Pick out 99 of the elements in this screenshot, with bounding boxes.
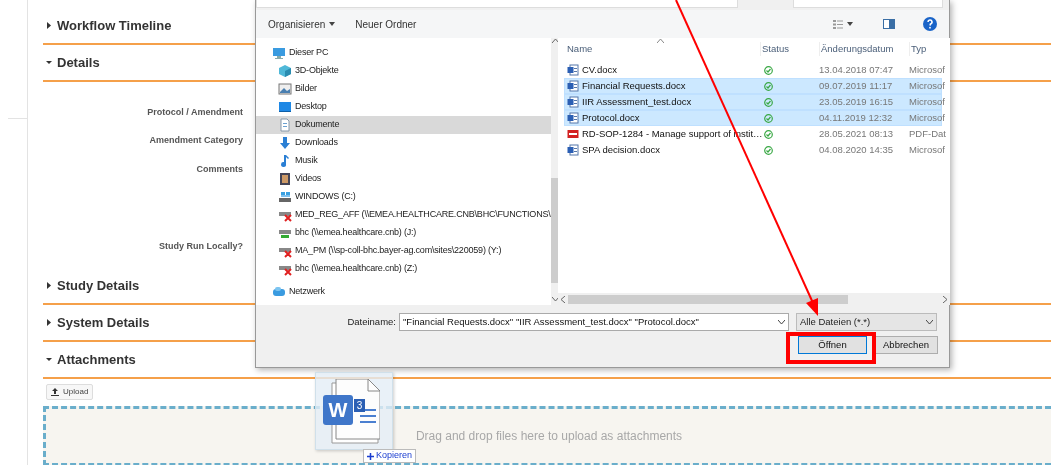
sync-check-icon	[764, 129, 773, 139]
computer-icon	[272, 46, 286, 60]
folder-tree-item[interactable]: Dokumente	[256, 116, 551, 134]
folder-tree-item[interactable]: Bilder	[256, 80, 551, 98]
section-title[interactable]: Study Details	[57, 275, 140, 296]
file-date: 23.05.2019 16:15	[819, 95, 894, 109]
folder-tree-item[interactable]: Netzwerk	[256, 283, 551, 301]
scroll-up-icon[interactable]	[552, 38, 560, 43]
scroll-down-icon[interactable]	[552, 297, 560, 302]
view-list-icon	[833, 19, 843, 29]
cancel-button[interactable]: Abbrechen	[874, 336, 938, 354]
field-label: Protocol / Amendment	[147, 105, 243, 119]
column-header[interactable]: Name	[566, 41, 761, 56]
scroll-left-icon[interactable]	[560, 295, 565, 303]
expand-caret-icon[interactable]	[46, 22, 52, 29]
word-logo: W	[323, 395, 353, 425]
expand-caret-icon[interactable]	[46, 319, 52, 326]
column-header[interactable]: Änderungsdatum	[820, 41, 910, 56]
help-icon[interactable]	[923, 17, 937, 31]
word-document-icon	[567, 112, 579, 125]
file-name: Protocol.docx	[582, 111, 640, 125]
film-icon	[278, 172, 292, 186]
field-label: Comments	[196, 162, 243, 176]
file-name: CV.docx	[582, 63, 618, 77]
music-note-icon	[278, 154, 292, 168]
folder-tree-item[interactable]: WINDOWS (C:)	[256, 188, 551, 206]
file-date: 09.07.2019 11:17	[819, 79, 894, 93]
sort-ascending-icon	[657, 39, 664, 43]
file-type: Microsof	[909, 63, 946, 77]
column-header[interactable]: Typ	[910, 41, 950, 56]
collapse-caret-icon[interactable]	[46, 356, 52, 363]
pictures-icon	[278, 82, 292, 96]
new-folder-button[interactable]: Neuer Ordner	[355, 16, 417, 32]
folder-tree-item[interactable]: bhc (\\emea.healthcare.cnb) (J:)	[256, 224, 551, 242]
section-title[interactable]: Workflow Timeline	[57, 15, 172, 36]
upload-icon	[51, 388, 59, 396]
sync-check-icon	[764, 97, 773, 107]
folder-tree-item[interactable]: MA_PM (\\sp-coll-bhc.bayer-ag.com\sites\220059) (Y:)	[256, 242, 551, 260]
desktop-icon	[278, 100, 292, 114]
upload-button[interactable]: Upload	[46, 384, 94, 400]
pdf-file-icon	[567, 128, 579, 141]
file-date: 28.05.2021 08:13	[819, 127, 894, 141]
cube-icon	[278, 64, 292, 78]
folder-tree-item[interactable]: bhc (\\emea.healthcare.cnb) (Z:)	[256, 260, 551, 278]
copy-tooltip: Kopieren	[363, 449, 417, 463]
folder-tree-item[interactable]: MED_REG_AFF (\\EMEA.HEALTHCARE.CNB\BHC\FUNCTIONS\	[256, 206, 551, 224]
address-field[interactable]	[256, 0, 738, 8]
field-label: Amendment Category	[149, 134, 243, 147]
sync-check-icon	[764, 81, 773, 91]
word-document-icon	[567, 96, 579, 109]
preview-pane-icon[interactable]	[883, 19, 895, 29]
scroll-right-icon[interactable]	[943, 295, 948, 303]
folder-tree-item[interactable]: 3D-Objekte	[256, 62, 551, 80]
sync-check-icon	[764, 145, 773, 155]
folder-tree-item[interactable]: Videos	[256, 170, 551, 188]
plus-icon	[367, 452, 374, 460]
folder-tree-item[interactable]: Downloads	[256, 134, 551, 152]
collapse-caret-icon[interactable]	[46, 59, 52, 66]
network-icon	[272, 285, 286, 299]
download-arrow-icon	[278, 136, 292, 150]
horizontal-scrollbar[interactable]	[558, 293, 950, 305]
file-count-badge: 3	[354, 399, 365, 412]
section-title[interactable]: Attachments	[57, 349, 136, 370]
column-header[interactable]: Status	[761, 41, 820, 56]
dropdown-caret-icon	[926, 320, 933, 324]
search-field[interactable]	[793, 0, 943, 8]
file-name: IIR Assessment_test.docx	[582, 95, 692, 109]
section-title[interactable]: Details	[57, 52, 100, 73]
expand-caret-icon[interactable]	[46, 282, 52, 289]
sync-check-icon	[764, 113, 773, 123]
caret-icon	[329, 22, 336, 26]
open-button[interactable]: Öffnen	[798, 336, 867, 354]
folder-tree-item[interactable]: Musik	[256, 152, 551, 170]
folder-tree-item[interactable]: Desktop	[256, 98, 551, 116]
file-date: 04.11.2019 12:32	[819, 111, 894, 125]
filename-label: Dateiname:	[346, 314, 397, 329]
file-type-dropdown[interactable]: Alle Dateien (*.*)	[796, 313, 937, 331]
file-type: PDF-Dat	[909, 127, 947, 141]
sync-check-icon	[764, 65, 773, 75]
file-name: Financial Requests.docx	[582, 79, 686, 93]
drop-zone-hint: Drag and drop files here to upload as attachments	[415, 428, 683, 445]
file-date: 04.08.2020 14:35	[819, 143, 894, 157]
word-document-icon	[567, 64, 579, 77]
folder-tree-item[interactable]: Dieser PC	[256, 44, 551, 62]
document-icon	[278, 118, 292, 132]
filename-field[interactable]: "Financial Requests.docx" "IIR Assessment_test.docx" "Protocol.docx"	[399, 313, 789, 331]
file-name: SPA decision.docx	[582, 143, 660, 157]
caret-icon	[847, 22, 853, 26]
word-document-icon	[567, 144, 579, 157]
scrollbar-thumb[interactable]	[568, 294, 848, 304]
view-options-button[interactable]	[833, 19, 853, 29]
field-label: Study Run Locally?	[159, 240, 243, 253]
dropdown-caret-icon	[778, 320, 785, 324]
drive-icon	[278, 190, 292, 204]
organize-menu[interactable]: Organisieren	[268, 16, 336, 32]
word-document-icon	[567, 80, 579, 93]
file-date: 13.04.2018 07:47	[819, 63, 894, 77]
file-type: Microsof	[909, 143, 946, 157]
section-title[interactable]: System Details	[57, 312, 150, 333]
